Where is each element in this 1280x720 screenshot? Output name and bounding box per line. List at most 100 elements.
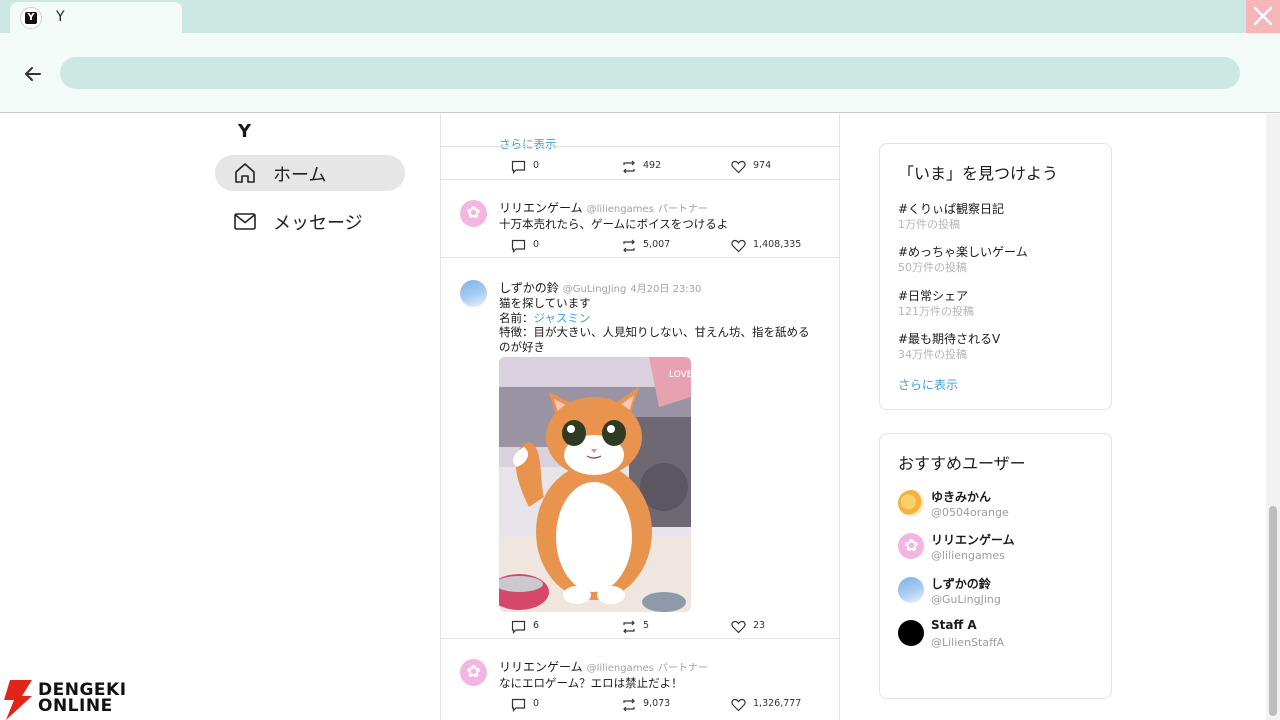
trend-tag[interactable]: #最も期待されるV — [898, 330, 1000, 347]
post-item[interactable]: リリエンゲーム@liliengamesパートナー 十万本売れたら、ゲームにボイス… — [441, 180, 839, 258]
cat-illustration: LOVE — [499, 357, 691, 612]
trend-count: 1万件の投稿 — [898, 218, 960, 231]
heart-icon — [731, 239, 746, 253]
heart-icon — [731, 160, 746, 174]
cat-name-link[interactable]: ジャスミン — [534, 311, 591, 325]
post-item[interactable]: しずかの鈴 @GuLingJing 4月20日 23:30 猫を探しています 名前：… — [441, 258, 839, 639]
post-author-name[interactable]: しずかの鈴 — [499, 281, 559, 295]
user-handle: @0504orange — [931, 506, 1009, 519]
retweet-icon — [623, 698, 635, 712]
like-count: 23 — [753, 620, 766, 631]
retweet-count: 492 — [643, 160, 662, 171]
post-author-handle: @liliengames — [586, 204, 654, 215]
retweet-count: 9,073 — [643, 698, 671, 709]
reply-count: 6 — [533, 620, 540, 631]
user-handle: @GuLingJing — [931, 593, 1001, 606]
reply-icon — [511, 239, 526, 253]
recommended-users-card: おすすめユーザー ゆきみかん @0504orange リリエンゲーム @lili… — [879, 433, 1112, 699]
close-button[interactable] — [1246, 0, 1280, 33]
retweet-icon — [623, 239, 635, 253]
trend-tag[interactable]: #日常シェア — [898, 287, 968, 304]
trend-tag[interactable]: #めっちゃ楽しいゲーム — [898, 243, 1028, 260]
heart-icon — [731, 620, 746, 634]
trend-tag[interactable]: #くりぃぱ観察日記 — [898, 200, 1004, 217]
scrollbar-thumb[interactable] — [1269, 506, 1277, 716]
user-handle: @LilienStaffA — [931, 636, 1005, 649]
watermark: DENGEKI ONLINE — [2, 680, 127, 720]
post-actions: 6 5 23 — [441, 619, 839, 635]
like-count: 1,326,777 — [753, 698, 802, 709]
trend-count: 121万件の投稿 — [898, 305, 974, 318]
reply-icon — [511, 620, 526, 634]
user-handle: @liliengames — [931, 549, 1005, 562]
timeline-feed[interactable]: さらに表示 0 492 974 リリエンゲーム@liliengamesパートナー… — [440, 114, 840, 720]
page-scrollbar[interactable] — [1266, 114, 1280, 720]
avatar[interactable] — [460, 280, 487, 307]
user-name[interactable]: しずかの鈴 — [931, 575, 991, 592]
nav-item-label: メッセージ — [273, 213, 363, 234]
post-text: 猫を探しています 名前：ジャスミン 特徴：目が大きい、人見知りしない、甘えん坊、… — [499, 296, 810, 354]
partner-badge: パートナー — [657, 663, 708, 674]
reply-count: 0 — [533, 698, 540, 709]
trends-card: 「いま」を見つけよう #くりぃぱ観察日記 1万件の投稿 #めっちゃ楽しいゲーム … — [879, 143, 1112, 410]
trends-title: 「いま」を見つけよう — [898, 164, 1059, 183]
tab-strip: Y Y — [0, 0, 1280, 36]
post-timestamp: 4月20日 23:30 — [630, 284, 702, 295]
post-actions: 0 9,073 1,326,777 — [441, 697, 839, 713]
retweet-count: 5 — [643, 620, 650, 631]
back-arrow-icon — [25, 67, 41, 81]
trend-count: 34万件の投稿 — [898, 348, 967, 361]
post-text: なにエロゲーム？エロは禁止だよ！ — [499, 676, 683, 690]
y-logo-icon: Y — [20, 7, 42, 29]
nav-item-home[interactable]: ホーム — [215, 155, 405, 191]
retweet-icon — [623, 160, 635, 174]
post-author-handle: @GuLingJing — [562, 284, 627, 295]
user-name[interactable]: Staff A — [931, 618, 977, 632]
back-button[interactable] — [20, 61, 46, 87]
post-author-name[interactable]: リリエンゲーム — [499, 201, 583, 215]
nav-item-messages[interactable]: メッセージ — [215, 203, 405, 239]
trend-count: 50万件の投稿 — [898, 261, 967, 274]
like-count: 1,408,335 — [753, 239, 802, 250]
reply-count: 0 — [533, 160, 540, 171]
retweet-count: 5,007 — [643, 239, 671, 250]
post-author-name[interactable]: リリエンゲーム — [499, 660, 583, 674]
nav-item-label: ホーム — [273, 165, 327, 186]
post-text: 十万本売れたら、ゲームにボイスをつけるよ — [499, 217, 729, 231]
browser-tab[interactable]: Y Y — [10, 2, 182, 36]
heart-icon — [731, 698, 746, 712]
avatar[interactable] — [898, 490, 924, 516]
tab-title: Y — [56, 9, 65, 25]
user-name[interactable]: リリエンゲーム — [931, 531, 1015, 548]
recommend-title: おすすめユーザー — [898, 454, 1026, 473]
divider — [441, 146, 839, 147]
close-icon — [1253, 6, 1273, 26]
post-author-handle: @liliengames — [586, 663, 654, 674]
app-logo[interactable]: Y — [238, 121, 251, 142]
browser-toolbar — [0, 33, 1280, 113]
avatar[interactable] — [460, 659, 487, 686]
reply-icon — [511, 160, 526, 174]
show-more-link[interactable]: さらに表示 — [499, 139, 557, 151]
avatar[interactable] — [460, 200, 487, 227]
reply-icon — [511, 698, 526, 712]
post-image[interactable]: LOVE — [499, 357, 691, 612]
lightning-logo-icon — [4, 680, 32, 720]
svg-text:LOVE: LOVE — [669, 370, 691, 380]
post-item[interactable]: さらに表示 0 492 974 — [441, 114, 839, 180]
avatar[interactable] — [898, 533, 925, 560]
home-icon — [235, 163, 255, 183]
address-bar[interactable] — [60, 57, 1240, 89]
reply-count: 0 — [533, 239, 540, 250]
avatar[interactable] — [898, 620, 924, 646]
partner-badge: パートナー — [657, 204, 708, 215]
trends-more-link[interactable]: さらに表示 — [898, 376, 958, 393]
retweet-icon — [623, 620, 635, 634]
user-name[interactable]: ゆきみかん — [931, 488, 991, 505]
like-count: 974 — [753, 160, 772, 171]
mail-icon — [234, 213, 256, 230]
post-actions: 0 5,007 1,408,335 — [441, 238, 839, 254]
avatar[interactable] — [898, 577, 924, 603]
post-actions: 0 492 974 — [441, 159, 839, 175]
post-item[interactable]: リリエンゲーム@liliengamesパートナー なにエロゲーム？エロは禁止だよ… — [441, 639, 839, 720]
